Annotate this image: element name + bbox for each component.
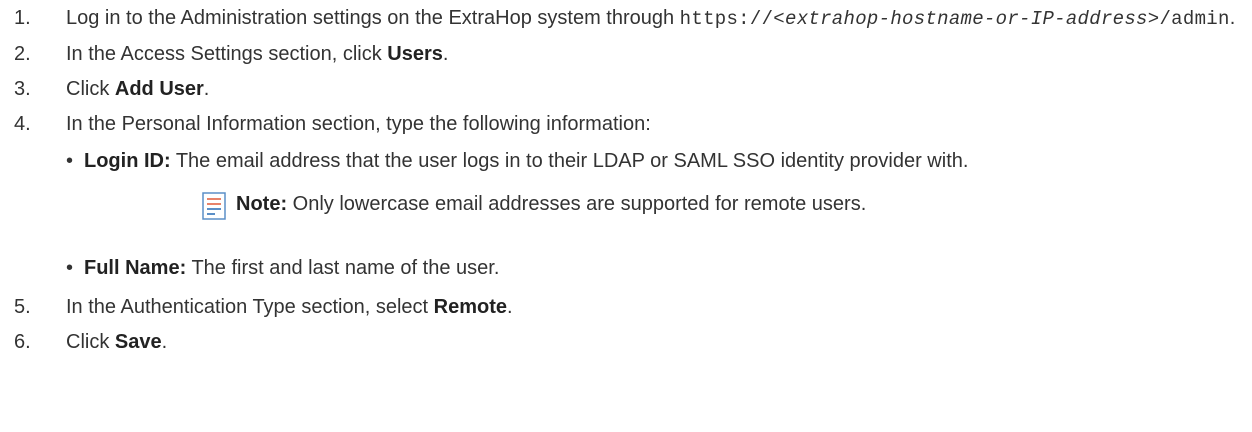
field-list: • Login ID: The email address that the u… (66, 147, 1244, 283)
step-text: In the Access Settings section, click (66, 43, 388, 65)
step-text: Click (66, 78, 115, 100)
step-4: 4. In the Personal Information section, … (14, 110, 1244, 283)
step-number: 1. (14, 7, 31, 29)
step-text-end: . (1229, 7, 1236, 29)
step-text: In the Personal Information section, typ… (66, 113, 651, 135)
step-text-end: . (442, 43, 449, 65)
field-full-name: • Full Name: The first and last name of … (66, 254, 1244, 283)
bullet: • (66, 257, 74, 279)
step-1: 1. Log in to the Administration settings… (14, 4, 1244, 34)
url-code-start: https://< (679, 8, 785, 30)
step-text: Click (66, 331, 115, 353)
steps-list: 1. Log in to the Administration settings… (14, 4, 1244, 363)
step-number: 2. (14, 43, 31, 65)
step-2: 2. In the Access Settings section, click… (14, 40, 1244, 69)
step-3: 3. Click Add User. (14, 75, 1244, 104)
note-callout: Note: Only lowercase email addresses are… (66, 186, 1244, 230)
step-5: 5. In the Authentication Type section, s… (14, 293, 1244, 322)
field-login-id: • Login ID: The email address that the u… (66, 147, 1244, 176)
procedure-page: 1. Log in to the Administration settings… (0, 0, 1252, 432)
note-document-icon (202, 192, 226, 220)
step-text: In the Authentication Type section, sele… (66, 296, 434, 318)
step-number: 6. (14, 331, 31, 353)
step-number: 4. (14, 113, 31, 135)
step-6: 6. Click Save. (14, 328, 1244, 357)
note-body: Only lowercase email addresses are suppo… (287, 193, 867, 215)
ui-term-save: Save (114, 331, 162, 353)
url-code-placeholder: extrahop-hostname-or-IP-address (785, 8, 1148, 30)
step-number: 5. (14, 296, 31, 318)
url-code-end: >/admin (1147, 8, 1230, 30)
ui-term-add-user: Add User (114, 78, 204, 100)
field-description: The email address that the user logs in … (170, 150, 969, 172)
step-text-end: . (161, 331, 168, 353)
field-description: The first and last name of the user. (186, 257, 500, 279)
bullet: • (66, 150, 74, 172)
note-text: Note: Only lowercase email addresses are… (236, 190, 866, 219)
step-text-end: . (507, 296, 513, 318)
field-label: Login ID: (84, 150, 171, 172)
step-number: 3. (14, 78, 31, 100)
note-label: Note: (236, 193, 288, 215)
field-label: Full Name: (84, 257, 187, 279)
ui-term-users: Users (387, 43, 443, 65)
ui-term-remote: Remote (433, 296, 508, 318)
step-text: Log in to the Administration settings on… (66, 7, 680, 29)
step-text-end: . (203, 78, 210, 100)
